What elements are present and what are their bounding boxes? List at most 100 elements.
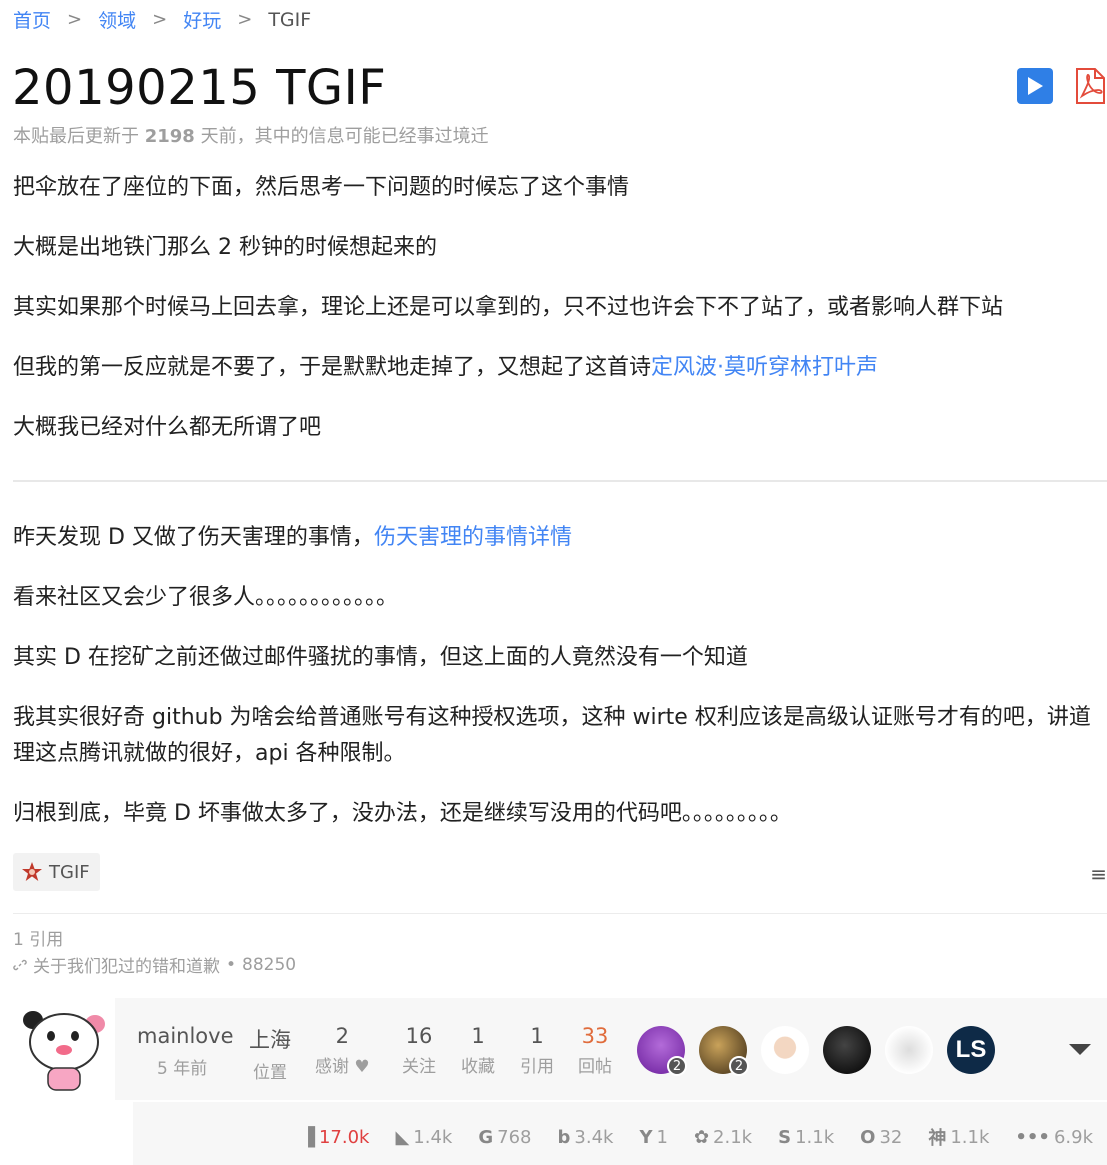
stat-collect[interactable]: 1 收藏: [461, 1024, 495, 1077]
stat-follow[interactable]: 16 关注: [402, 1024, 436, 1077]
share-stat-value: 768: [497, 1126, 532, 1148]
share-stat-value: 3.4k: [574, 1126, 614, 1148]
sogou-icon: S: [778, 1126, 792, 1148]
breadcrumb-separator: >: [237, 9, 253, 30]
share-stat-value: 2.1k: [713, 1126, 753, 1148]
huawei-icon: ◣: [395, 1126, 410, 1148]
link-icon: [13, 959, 27, 970]
paragraph-text: 但我的第一反应就是不要了，于是默默地走掉了，又想起了这首诗: [13, 355, 652, 380]
stat-cite[interactable]: 1 引用: [520, 1024, 554, 1077]
title-actions: [1017, 68, 1107, 104]
stat-thanks[interactable]: 2 感谢 ♥: [315, 1024, 370, 1077]
share-stats-bar: ▐ 17.0k ◣ 1.4k G 768 b 3.4k Y 1 ✿ 2.1k S 1.1k O 32 神 1.1k…: [133, 1102, 1107, 1165]
shenma-icon: 神: [928, 1128, 947, 1149]
stat-replies[interactable]: 33 回帖: [578, 1024, 612, 1077]
paragraph: 归根到底，毕竟 D 坏事做太多了，没办法，还是继续写没用的代码吧。。。。。。。。…: [13, 801, 792, 826]
share-stat-value: 6.9k: [1053, 1126, 1093, 1148]
stat-location: 上海 位置: [249, 1024, 291, 1083]
share-stat[interactable]: ✿ 2.1k: [694, 1124, 752, 1150]
paragraph: 我其实很好奇 github 为啥会给普通账号有这种授权选项，这种 wirte 权…: [13, 705, 1091, 766]
stat-location-label: 位置: [253, 1063, 287, 1083]
avatar[interactable]: 2: [637, 1026, 687, 1076]
page-title: 20190215 TGIF: [12, 60, 387, 116]
more-icon: •••: [1015, 1126, 1050, 1148]
share-stat[interactable]: 神 1.1k: [928, 1124, 989, 1150]
avatar[interactable]: [885, 1026, 933, 1074]
stat-collect-label: 收藏: [461, 1057, 495, 1077]
paragraph: 但我的第一反应就是不要了，于是默默地走掉了，又想起了这首诗定风波·莫听穿林打叶声: [13, 350, 1103, 386]
share-stat[interactable]: ▐ 17.0k: [301, 1124, 369, 1150]
post-content: 把伞放在了座位的下面，然后思考一下问题的时候忘了这个事情 大概是出地铁门那么 2…: [13, 170, 1103, 470]
share-stat-value: 1.1k: [795, 1126, 835, 1148]
paragraph: 昨天发现 D 又做了伤天害理的事情，伤天害理的事情详情: [13, 520, 1103, 556]
citation-dot: •: [226, 954, 237, 975]
yandex-icon: Y: [639, 1126, 653, 1148]
author-name[interactable]: mainlove: [137, 1024, 234, 1048]
google-icon: G: [478, 1126, 494, 1148]
paragraph: 其实如果那个时候马上回去拿，理论上还是可以拿到的，只不过也许会下不了站了，或者影…: [13, 295, 1004, 320]
breadcrumb-domain-link[interactable]: 领域: [98, 6, 136, 33]
360-icon: O: [860, 1126, 876, 1148]
avatar-badge: 2: [729, 1056, 749, 1076]
share-stat[interactable]: b 3.4k: [558, 1124, 614, 1150]
poem-link[interactable]: 定风波·莫听穿林打叶声: [651, 355, 878, 380]
share-stat[interactable]: S 1.1k: [778, 1124, 834, 1150]
share-stat[interactable]: Y1: [639, 1124, 668, 1150]
details-link[interactable]: 伤天害理的事情详情: [374, 525, 572, 550]
meta-suffix: 天前，其中的信息可能已经事过境迁: [200, 126, 489, 147]
share-stat[interactable]: ◣ 1.4k: [395, 1124, 452, 1150]
avatar[interactable]: LS: [947, 1026, 995, 1074]
breadcrumb-separator: >: [67, 9, 83, 30]
paragraph: 大概是出地铁门那么 2 秒钟的时候想起来的: [13, 235, 437, 260]
post-content-2: 昨天发现 D 又做了伤天害理的事情，伤天害理的事情详情 看来社区又会少了很多人。…: [13, 520, 1103, 856]
citation-item: 关于我们犯过的错和道歉 • 88250: [13, 952, 296, 977]
breadcrumb-fun-link[interactable]: 好玩: [183, 6, 221, 33]
baidu-icon: ✿: [693, 1126, 710, 1148]
paragraph: 大概我已经对什么都无所谓了吧: [13, 415, 322, 440]
share-stat[interactable]: ••• 6.9k: [1015, 1124, 1093, 1150]
menu-icon[interactable]: ≡: [1090, 862, 1107, 886]
breadcrumb: 首页 > 领域 > 好玩 > TGIF: [13, 6, 311, 33]
stat-thanks-value: 2: [335, 1024, 350, 1048]
avatar[interactable]: [13, 998, 115, 1100]
share-stat-value: 1.4k: [413, 1126, 453, 1148]
tag-label: TGIF: [49, 861, 90, 883]
meta-days: 2198: [144, 126, 195, 147]
content-divider: [13, 480, 1107, 482]
tag-tgif[interactable]: TGIF: [13, 853, 100, 891]
post-meta: 本贴最后更新于 2198 天前，其中的信息可能已经事过境迁: [13, 122, 489, 148]
share-stat[interactable]: G 768: [478, 1124, 531, 1150]
chevron-down-icon[interactable]: [1069, 1044, 1091, 1055]
share-stat-value: 1: [656, 1126, 668, 1148]
play-icon[interactable]: [1017, 68, 1053, 104]
share-stat-value: 17.0k: [318, 1126, 370, 1148]
paragraph: 看来社区又会少了很多人。。。。。。。。。。。。: [13, 585, 399, 610]
author-panel: mainlove 5 年前 上海 位置 2 感谢 ♥ 16 关注 1 收藏 1 …: [13, 998, 1107, 1100]
stat-collect-value: 1: [471, 1024, 485, 1048]
stat-cite-value: 1: [530, 1024, 544, 1048]
avatar[interactable]: 2: [699, 1026, 749, 1076]
bar-chart-icon: ▐: [301, 1126, 315, 1148]
citation-link[interactable]: 关于我们犯过的错和道歉: [33, 952, 220, 977]
avatar-logo: LS: [955, 1036, 987, 1063]
stat-thanks-label: 感谢 ♥: [315, 1057, 370, 1077]
paragraph: 其实 D 在挖矿之前还做过邮件骚扰的事情，但这上面的人竟然没有一个知道: [13, 645, 748, 670]
section-divider: [13, 913, 1107, 914]
stat-location-value: 上海: [249, 1028, 291, 1052]
breadcrumb-current: TGIF: [268, 8, 312, 31]
citation-count: 1 引用: [13, 930, 64, 950]
follower-avatars: 2 2 LS: [637, 1026, 995, 1076]
heart-icon: ♥: [354, 1057, 370, 1077]
bing-icon: b: [557, 1126, 571, 1148]
breadcrumb-home-link[interactable]: 首页: [13, 6, 51, 33]
breadcrumb-separator: >: [152, 9, 168, 30]
meta-prefix: 本贴最后更新于: [13, 126, 139, 147]
author-joined: 5 年前: [157, 1059, 208, 1079]
avatar[interactable]: [761, 1026, 809, 1074]
citation-views: 88250: [242, 954, 297, 975]
stat-replies-value: 33: [581, 1024, 609, 1048]
tag-star-icon: [22, 862, 42, 881]
share-stat[interactable]: O 32: [860, 1124, 902, 1150]
pdf-icon[interactable]: [1073, 68, 1107, 104]
avatar[interactable]: [823, 1026, 871, 1074]
